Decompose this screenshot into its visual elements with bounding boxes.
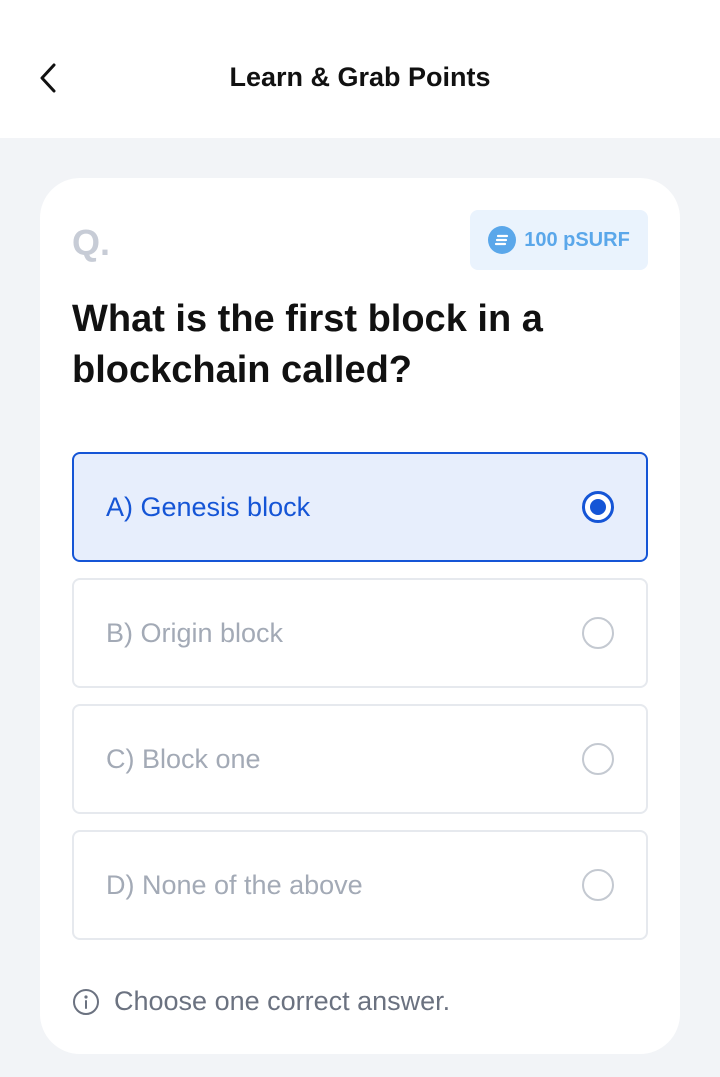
psurf-coin-icon: [488, 226, 517, 254]
option-label: B) Origin block: [106, 617, 284, 648]
quiz-card: Q. 100 pSURF What is the first block in …: [40, 178, 680, 1054]
info-icon: [73, 988, 99, 1015]
question-text: What is the first block in a blockchain …: [72, 298, 543, 391]
option-label: C) Block one: [106, 743, 261, 774]
option-c[interactable]: C) Block one: [72, 704, 648, 814]
option-a[interactable]: A) Genesis block: [72, 452, 648, 562]
top-app-bar: Learn & Grab Points: [0, 0, 720, 138]
answer-options: A) Genesis block B) Origin block C) Bloc…: [72, 452, 648, 956]
question-marker: Q.: [72, 222, 111, 263]
option-label: D) None of the above: [106, 869, 363, 900]
page-title: Learn & Grab Points: [229, 62, 491, 92]
hint-row: Choose one correct answer.: [72, 986, 450, 1017]
hint-text: Choose one correct answer.: [114, 986, 451, 1016]
option-d[interactable]: D) None of the above: [72, 830, 648, 940]
points-label: 100 pSURF: [524, 228, 630, 251]
option-label: A) Genesis block: [106, 491, 311, 522]
radio-selected-icon[interactable]: [582, 491, 614, 523]
points-badge: 100 pSURF: [470, 210, 648, 270]
radio-empty-icon[interactable]: [582, 617, 614, 649]
option-b[interactable]: B) Origin block: [72, 578, 648, 688]
radio-empty-icon[interactable]: [582, 743, 614, 775]
radio-empty-icon[interactable]: [582, 869, 614, 901]
